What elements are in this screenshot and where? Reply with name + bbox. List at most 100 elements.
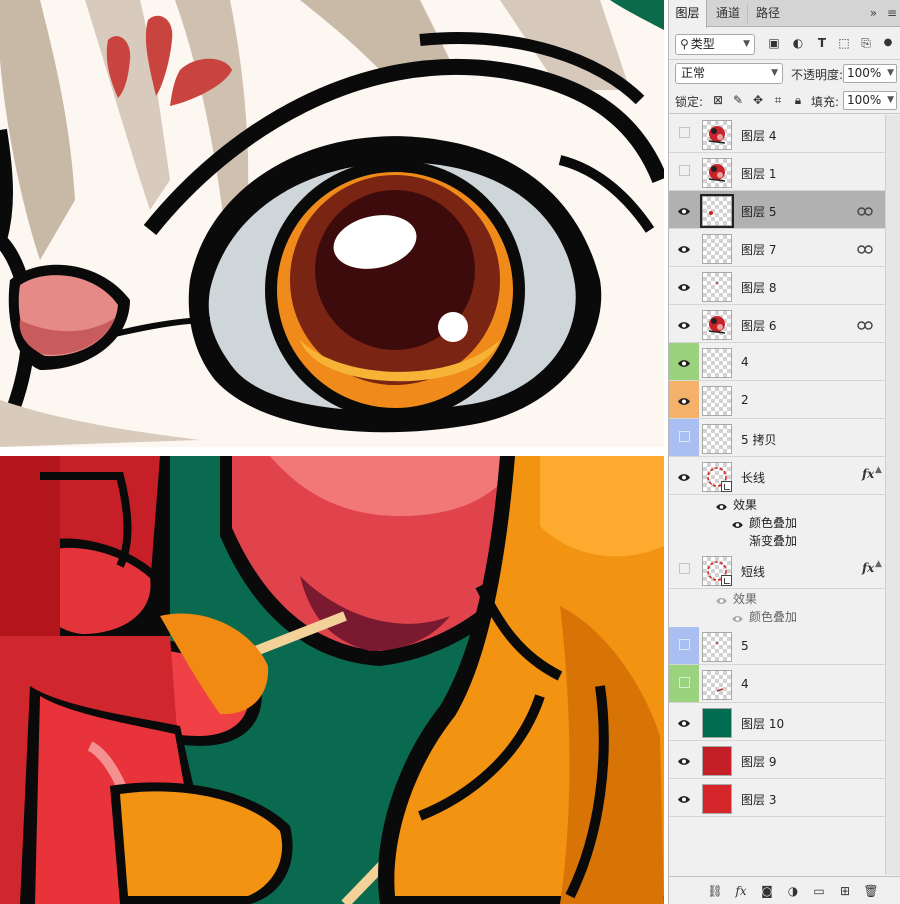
layer-thumbnail[interactable] (702, 310, 732, 340)
tab-layers[interactable]: 图层 (669, 0, 707, 28)
visibility-toggle[interactable] (669, 115, 699, 152)
layer-name[interactable]: 图层 8 (741, 279, 776, 296)
eye-icon[interactable] (731, 518, 744, 528)
delete-layer-icon[interactable]: 🗑︎ (863, 883, 879, 899)
layer-name[interactable]: 图层 1 (741, 165, 776, 182)
filter-toggle-icon[interactable]: ● (881, 36, 895, 50)
layer-name[interactable]: 4 (741, 355, 749, 369)
layer-row[interactable]: 长线 fx ▲ (669, 457, 885, 495)
visibility-toggle[interactable] (669, 779, 699, 816)
layer-row[interactable]: 4 (669, 665, 885, 703)
layer-name[interactable]: 图层 10 (741, 715, 784, 732)
eye-icon[interactable] (731, 612, 744, 622)
layer-name[interactable]: 图层 5 (741, 203, 776, 220)
layer-thumbnail[interactable] (702, 158, 732, 188)
smart-object-filter-icon[interactable]: ⎘ (859, 36, 873, 50)
layer-row[interactable]: 图层 7 (669, 229, 885, 267)
layer-thumbnail[interactable] (702, 784, 732, 814)
layer-row[interactable]: 5 拷贝 (669, 419, 885, 457)
visibility-toggle[interactable] (669, 419, 699, 456)
layer-row[interactable]: 图层 5 (669, 191, 885, 229)
layer-thumbnail[interactable] (702, 670, 732, 700)
layer-thumbnail[interactable] (702, 462, 732, 492)
layer-row[interactable]: 图层 4 (669, 115, 885, 153)
layer-name[interactable]: 短线 (741, 563, 765, 580)
fill-input[interactable]: 100% ▼ (843, 91, 897, 110)
lock-transparent-icon[interactable]: ⊠ (711, 93, 725, 107)
visibility-toggle[interactable] (669, 305, 699, 342)
layer-name[interactable]: 图层 7 (741, 241, 776, 258)
visibility-toggle[interactable] (669, 267, 699, 304)
effect-row[interactable]: 效果 (669, 589, 885, 607)
layer-row[interactable]: 图层 9 (669, 741, 885, 779)
layer-name[interactable]: 图层 9 (741, 753, 776, 770)
new-layer-icon[interactable]: ⊞ (837, 883, 853, 899)
effect-row[interactable]: 渐变叠加 (669, 531, 885, 549)
layer-name[interactable]: 4 (741, 677, 749, 691)
layer-thumbnail[interactable] (702, 120, 732, 150)
shape-filter-icon[interactable]: ⬚ (837, 36, 851, 50)
lock-brush-icon[interactable]: ✎ (731, 93, 745, 107)
layer-thumbnail[interactable] (702, 746, 732, 776)
layer-thumbnail[interactable] (702, 708, 732, 738)
layer-thumbnail[interactable] (700, 194, 734, 228)
lock-artboard-icon[interactable]: ⌗ (771, 93, 785, 107)
visibility-toggle[interactable] (669, 551, 699, 588)
layer-row[interactable]: 2 (669, 381, 885, 419)
layer-row[interactable]: 图层 3 (669, 779, 885, 817)
canvas-artwork[interactable] (0, 0, 664, 904)
layer-thumbnail[interactable] (702, 272, 732, 302)
visibility-toggle[interactable] (669, 191, 699, 228)
blend-mode-select[interactable]: 正常 ▼ (675, 63, 783, 84)
visibility-toggle[interactable] (669, 343, 699, 380)
panel-menu-icon[interactable]: ≡ (887, 0, 897, 26)
visibility-toggle[interactable] (669, 627, 699, 664)
visibility-toggle[interactable] (669, 381, 699, 418)
layer-row[interactable]: 图层 1 (669, 153, 885, 191)
visibility-toggle[interactable] (669, 153, 699, 190)
effect-row[interactable]: 颜色叠加 (669, 513, 885, 531)
link-layers-icon[interactable]: ⛓ (707, 883, 723, 899)
visibility-toggle[interactable] (669, 457, 699, 494)
layer-list-scrollbar[interactable] (885, 115, 900, 875)
layer-effects-icon[interactable]: fx (862, 467, 874, 481)
filter-kind-select[interactable]: ⚲ 类型 ▼ (675, 34, 755, 55)
layer-row[interactable]: 4 (669, 343, 885, 381)
layer-row[interactable]: 图层 6 (669, 305, 885, 343)
layer-name[interactable]: 2 (741, 393, 749, 407)
double-chevron-right-icon[interactable]: » (870, 0, 877, 26)
visibility-toggle[interactable] (669, 741, 699, 778)
chevron-up-icon[interactable]: ▲ (875, 559, 882, 569)
layer-thumbnail[interactable] (702, 424, 732, 454)
layer-thumbnail[interactable] (702, 234, 732, 264)
layer-name[interactable]: 5 拷贝 (741, 431, 776, 448)
layer-name[interactable]: 图层 3 (741, 791, 776, 808)
layer-effects-icon[interactable]: fx (862, 561, 874, 575)
layer-name[interactable]: 长线 (741, 469, 765, 486)
eye-icon[interactable] (715, 594, 728, 604)
effect-row[interactable]: 颜色叠加 (669, 607, 885, 625)
layer-row[interactable]: 图层 8 (669, 267, 885, 305)
lock-position-icon[interactable]: ✥ (751, 93, 765, 107)
image-filter-icon[interactable]: ▣ (767, 36, 781, 50)
layer-thumbnail[interactable] (702, 556, 732, 586)
add-mask-icon[interactable]: ◙ (759, 883, 775, 899)
tab-channels[interactable]: 通道 (709, 0, 747, 27)
visibility-toggle[interactable] (669, 703, 699, 740)
layer-thumbnail[interactable] (702, 348, 732, 378)
opacity-input[interactable]: 100% ▼ (843, 64, 897, 83)
type-filter-icon[interactable]: T (815, 36, 829, 50)
eye-icon[interactable] (715, 500, 728, 510)
adjustment-layer-icon[interactable]: ◑ (785, 883, 801, 899)
adjustment-filter-icon[interactable]: ◐ (791, 36, 805, 50)
fx-icon[interactable]: fx (733, 883, 749, 899)
layer-thumbnail[interactable] (702, 632, 732, 662)
layer-name[interactable]: 图层 6 (741, 317, 776, 334)
effect-row[interactable]: 效果 (669, 495, 885, 513)
layer-name[interactable]: 图层 4 (741, 127, 776, 144)
lock-all-icon[interactable]: 🔒︎ (791, 93, 805, 107)
layer-thumbnail[interactable] (702, 386, 732, 416)
tab-paths[interactable]: 路径 (749, 0, 787, 27)
visibility-toggle[interactable] (669, 665, 699, 702)
layer-row[interactable]: 5 (669, 627, 885, 665)
